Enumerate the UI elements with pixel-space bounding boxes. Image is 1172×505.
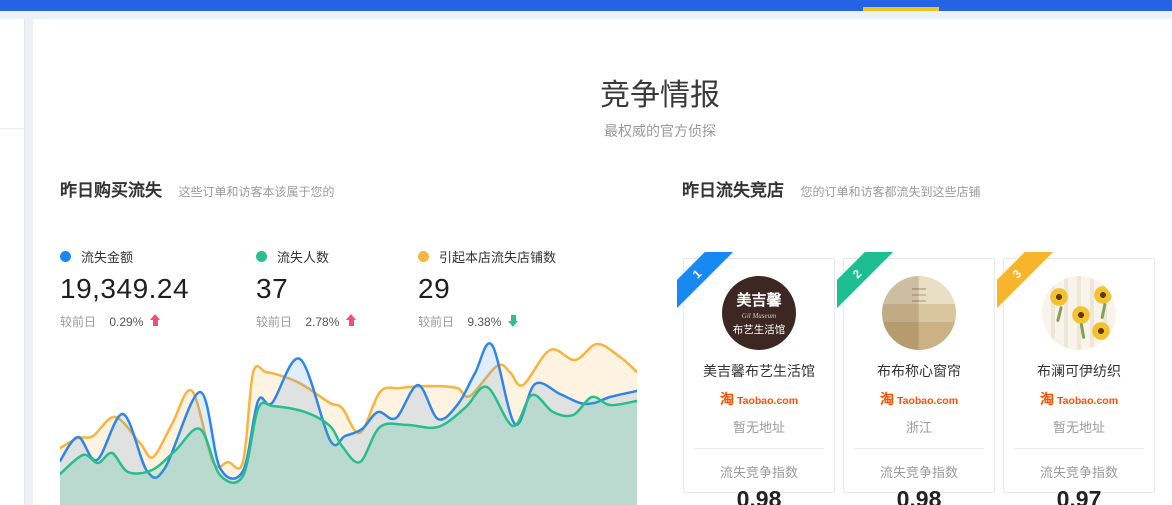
loss-index-label: 流失竞争指数 xyxy=(844,462,994,481)
compare-label: 较前日 xyxy=(256,315,292,329)
store-avatar: 美吉馨 Gil Museum 布艺生活馆 xyxy=(722,276,796,350)
legend-item-loss-visitors[interactable]: 流失人数 xyxy=(256,247,411,266)
loss-index-value: 0.97 xyxy=(1004,486,1154,505)
compare-label: 较前日 xyxy=(60,315,96,329)
main-content-card: 竞争情报 最权威的官方侦探 昨日购买流失 这些订单和访客本该属于您的 昨日流失竞… xyxy=(33,19,1172,505)
taobao-icon: 淘 xyxy=(720,391,734,407)
taobao-icon: 淘 xyxy=(1040,391,1054,407)
legend-dot-green xyxy=(256,251,267,262)
rank-number: 3 xyxy=(1010,267,1025,282)
lost-stores-description: 您的订单和访客都流失到这些店铺 xyxy=(800,185,980,199)
change-percent: 2.78% xyxy=(305,315,339,329)
loss-visitors-value: 37 xyxy=(256,273,411,305)
active-tab-indicator xyxy=(863,7,939,11)
rank-number: 2 xyxy=(850,267,865,282)
lost-stores-section-header: 昨日流失竞店 您的订单和访客都流失到这些店铺 xyxy=(682,176,980,201)
change-percent: 9.38% xyxy=(467,315,501,329)
compare-label: 较前日 xyxy=(418,315,454,329)
store-card-2[interactable]: 2 布布称心窗帘 淘Taobao.com 浙江 流失竞争指数 0.98 xyxy=(843,258,995,493)
loss-trend-chart[interactable] xyxy=(60,335,637,505)
legend-dot-blue xyxy=(60,251,71,262)
page-title: 竞争情报 xyxy=(148,79,1172,113)
loss-index-label: 流失竞争指数 xyxy=(1004,462,1154,481)
store-name[interactable]: 布澜可伊纺织 xyxy=(1004,361,1154,381)
causing-stores-value: 29 xyxy=(418,273,648,305)
purchase-loss-description: 这些订单和访客本该属于您的 xyxy=(178,185,334,199)
metric-loss-amount: 流失金额 19,349.24 较前日 0.29% xyxy=(60,243,250,330)
lost-stores-title: 昨日流失竞店 xyxy=(682,181,784,200)
store-name[interactable]: 布布称心窗帘 xyxy=(844,361,994,381)
top-nav-bar xyxy=(0,0,1172,11)
rank-number: 1 xyxy=(690,267,705,282)
store-avatar xyxy=(1042,276,1116,350)
platform-badge: 淘Taobao.com xyxy=(1004,389,1154,409)
trend-chart-svg xyxy=(60,335,637,505)
competitive-intelligence-page: 竞争情报 最权威的官方侦探 昨日购买流失 这些订单和访客本该属于您的 昨日流失竞… xyxy=(0,0,1172,505)
card-divider xyxy=(854,448,984,449)
metric-causing-stores: 引起本店流失店铺数 29 较前日 9.38% xyxy=(418,243,648,330)
card-divider xyxy=(1014,448,1144,449)
metric-loss-visitors: 流失人数 37 较前日 2.78% xyxy=(256,243,411,330)
store-card-1[interactable]: 1 美吉馨 Gil Museum 布艺生活馆 美吉馨布艺生活馆 淘Taobao.… xyxy=(683,258,835,493)
legend-dot-orange xyxy=(418,251,429,262)
purchase-loss-section-header: 昨日购买流失 这些订单和访客本该属于您的 xyxy=(60,176,334,201)
store-location: 浙江 xyxy=(844,417,994,436)
store-location: 暂无地址 xyxy=(684,417,834,436)
store-name[interactable]: 美吉馨布艺生活馆 xyxy=(684,361,834,381)
legend-item-loss-amount[interactable]: 流失金额 xyxy=(60,247,250,266)
change-percent: 0.29% xyxy=(109,315,143,329)
loss-index-value: 0.98 xyxy=(844,486,994,505)
taobao-icon: 淘 xyxy=(880,391,894,407)
collapsed-sidebar[interactable] xyxy=(0,19,25,505)
trend-up-icon xyxy=(150,314,161,327)
competing-stores-row: 1 美吉馨 Gil Museum 布艺生活馆 美吉馨布艺生活馆 淘Taobao.… xyxy=(683,258,1155,493)
trend-down-icon xyxy=(508,314,519,327)
store-avatar xyxy=(882,276,956,350)
sidebar-divider xyxy=(0,19,24,129)
store-card-3[interactable]: 3 布澜可伊纺织 淘Taobao.com 暂无地址 xyxy=(1003,258,1155,493)
loss-amount-value: 19,349.24 xyxy=(60,273,250,305)
trend-up-icon xyxy=(346,314,357,327)
loss-index-label: 流失竞争指数 xyxy=(684,462,834,481)
loss-index-value: 0.98 xyxy=(684,486,834,505)
card-divider xyxy=(694,448,824,449)
platform-badge: 淘Taobao.com xyxy=(844,389,994,409)
page-subtitle: 最权威的官方侦探 xyxy=(148,121,1172,141)
store-location: 暂无地址 xyxy=(1004,417,1154,436)
purchase-loss-title: 昨日购买流失 xyxy=(60,181,162,200)
page-header: 竞争情报 最权威的官方侦探 xyxy=(148,79,1172,141)
platform-badge: 淘Taobao.com xyxy=(684,389,834,409)
legend-item-causing-stores[interactable]: 引起本店流失店铺数 xyxy=(418,247,648,266)
